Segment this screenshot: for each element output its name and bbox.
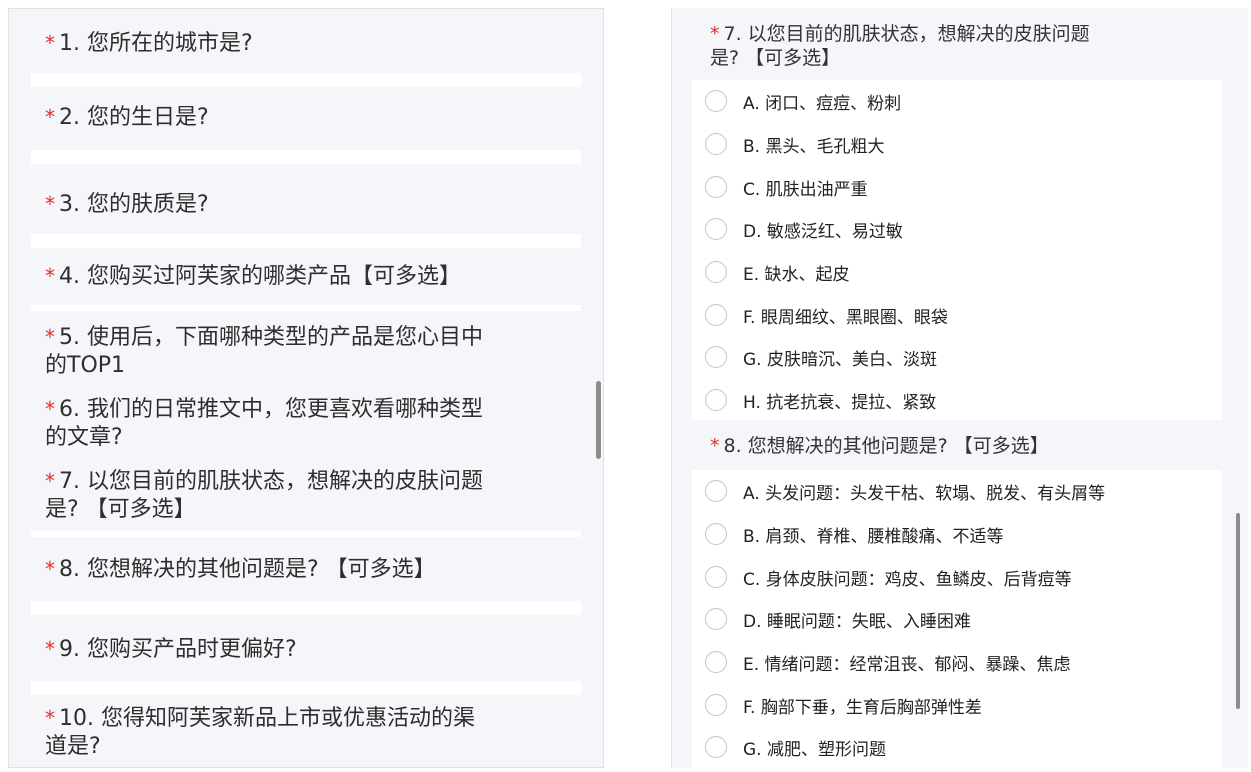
required-mark: *: [45, 31, 55, 55]
required-mark: *: [45, 706, 55, 730]
required-mark: *: [710, 23, 720, 45]
required-mark: *: [45, 637, 55, 661]
radio-button[interactable]: [705, 566, 727, 588]
answer-area[interactable]: [31, 681, 581, 695]
question-4[interactable]: * 4. 您购买过阿芙家的哪类产品【可多选】: [45, 262, 461, 291]
question-7[interactable]: * 7. 以您目前的肌肤状态，想解决的皮肤问题 是? 【可多选】: [45, 467, 483, 524]
option-7c[interactable]: C. 肌肤出油严重: [692, 170, 868, 204]
question-9[interactable]: * 9. 您购买产品时更偏好?: [45, 635, 297, 664]
answer-area[interactable]: [31, 531, 581, 537]
option-7h[interactable]: H. 抗老抗衰、提拉、紧致: [692, 383, 936, 417]
option-7b[interactable]: B. 黑头、毛孔粗大: [692, 127, 884, 161]
required-mark: *: [710, 435, 720, 457]
required-mark: *: [45, 264, 55, 288]
radio-button[interactable]: [705, 218, 727, 240]
option-8d[interactable]: D. 睡眠问题：失眠、入睡困难: [692, 602, 971, 636]
option-7f[interactable]: F. 眼周细纹、黑眼圈、眼袋: [692, 298, 948, 332]
option-7d[interactable]: D. 敏感泛红、易过敏: [692, 212, 903, 246]
radio-button[interactable]: [705, 90, 727, 112]
question-7-options: A. 闭口、痘痘、粉刺 B. 黑头、毛孔粗大 C. 肌肤出油严重 D. 敏感泛红…: [692, 80, 1222, 420]
required-mark: *: [45, 192, 55, 216]
scrollbar[interactable]: [596, 381, 601, 459]
question-10[interactable]: * 10. 您得知阿芙家新品上市或优惠活动的渠 道是?: [45, 704, 475, 761]
required-mark: *: [45, 397, 55, 421]
radio-button[interactable]: [705, 176, 727, 198]
option-7a[interactable]: A. 闭口、痘痘、粉刺: [692, 84, 901, 118]
radio-button[interactable]: [705, 736, 727, 758]
question-5[interactable]: * 5. 使用后，下面哪种类型的产品是您心目中 的TOP1: [45, 323, 483, 380]
question-8-title: * 8. 您想解决的其他问题是? 【可多选】: [710, 435, 1049, 457]
option-8a[interactable]: A. 头发问题：头发干枯、软塌、脱发、有头屑等: [692, 474, 1105, 508]
option-8c[interactable]: C. 身体皮肤问题：鸡皮、鱼鳞皮、后背痘等: [692, 560, 1072, 594]
required-mark: *: [45, 325, 55, 349]
option-7g[interactable]: G. 皮肤暗沉、美白、淡斑: [692, 340, 937, 374]
option-7e[interactable]: E. 缺水、起皮: [692, 255, 850, 289]
radio-button[interactable]: [705, 261, 727, 283]
option-8g[interactable]: G. 减肥、塑形问题: [692, 730, 886, 764]
scrollbar[interactable]: [1236, 513, 1240, 709]
option-8e[interactable]: E. 情绪问题：经常沮丧、郁闷、暴躁、焦虑: [692, 645, 1071, 679]
radio-button[interactable]: [705, 694, 727, 716]
radio-button[interactable]: [705, 389, 727, 411]
question-1[interactable]: * 1. 您所在的城市是?: [45, 29, 253, 58]
question-3[interactable]: * 3. 您的肤质是?: [45, 190, 209, 219]
radio-button[interactable]: [705, 523, 727, 545]
answer-area[interactable]: [31, 73, 581, 87]
question-8[interactable]: * 8. 您想解决的其他问题是? 【可多选】: [45, 555, 436, 584]
radio-button[interactable]: [705, 304, 727, 326]
option-8b[interactable]: B. 肩颈、脊椎、腰椎酸痛、不适等: [692, 517, 1003, 551]
required-mark: *: [45, 557, 55, 581]
required-mark: *: [45, 105, 55, 129]
question-detail-panel[interactable]: * 7. 以您目前的肌肤状态，想解决的皮肤问题 是? 【可多选】 A. 闭口、痘痘…: [671, 8, 1248, 768]
question-2[interactable]: * 2. 您的生日是?: [45, 103, 209, 132]
radio-button[interactable]: [705, 651, 727, 673]
question-8-options: A. 头发问题：头发干枯、软塌、脱发、有头屑等 B. 肩颈、脊椎、腰椎酸痛、不适…: [692, 470, 1222, 768]
answer-area[interactable]: [31, 305, 581, 311]
radio-button[interactable]: [705, 480, 727, 502]
question-6[interactable]: * 6. 我们的日常推文中，您更喜欢看哪种类型 的文章?: [45, 395, 483, 452]
required-mark: *: [45, 469, 55, 493]
question-7-title: * 7. 以您目前的肌肤状态，想解决的皮肤问题 是? 【可多选】: [710, 23, 1090, 69]
radio-button[interactable]: [705, 133, 727, 155]
answer-area[interactable]: [31, 150, 581, 164]
answer-area[interactable]: [31, 234, 581, 248]
radio-button[interactable]: [705, 346, 727, 368]
radio-button[interactable]: [705, 608, 727, 630]
answer-area[interactable]: [31, 601, 581, 615]
question-list-panel[interactable]: * 1. 您所在的城市是? * 2. 您的生日是? * 3. 您的肤质是? * 4. 您…: [8, 8, 604, 768]
option-8f[interactable]: F. 胸部下垂，生育后胸部弹性差: [692, 688, 982, 722]
